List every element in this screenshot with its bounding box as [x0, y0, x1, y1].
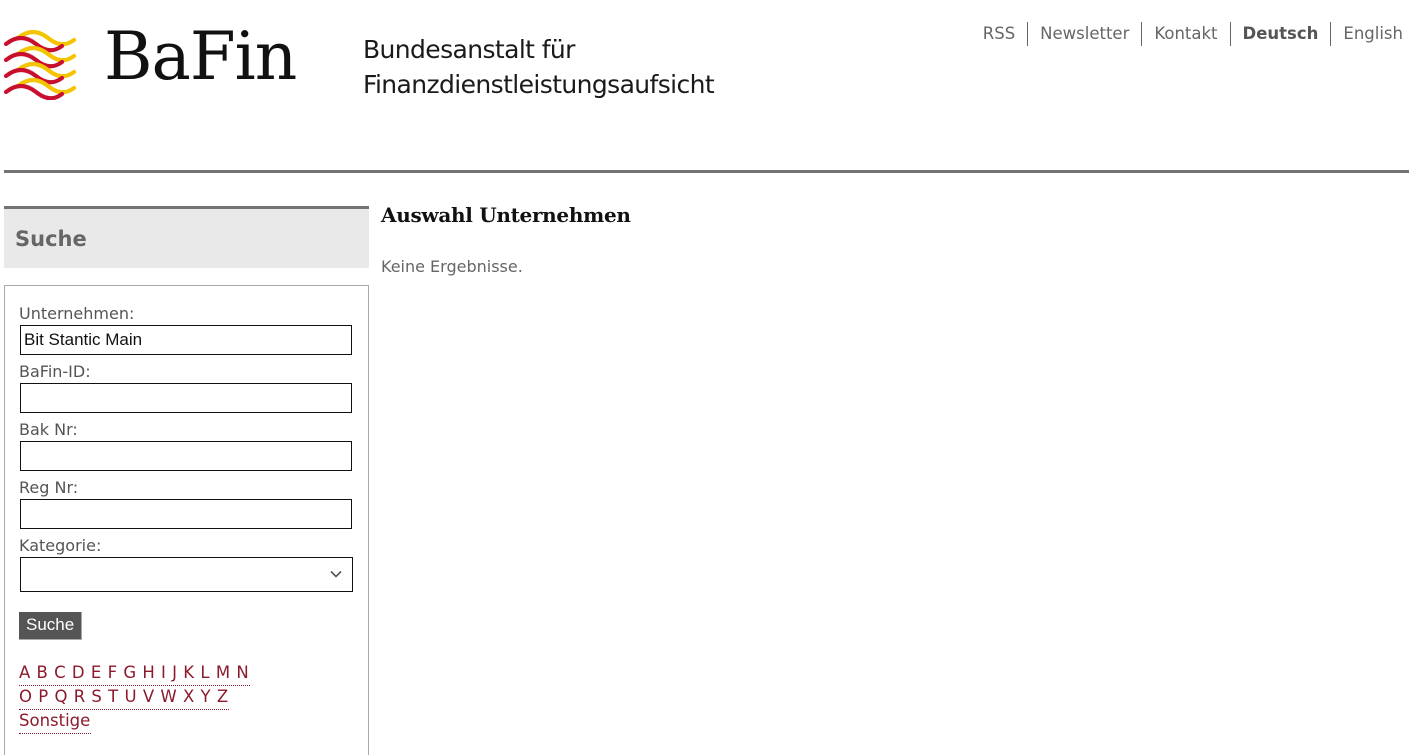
alphabet-link-r[interactable]: R	[74, 687, 85, 706]
alphabet-row-o-z: O P Q R S T U V W X Y Z	[19, 685, 230, 710]
page-title: Auswahl Unternehmen	[381, 203, 631, 227]
alphabet-link-n[interactable]: N	[236, 663, 248, 682]
category-label: Kategorie:	[19, 536, 102, 555]
alphabet-link-a[interactable]: A	[19, 663, 30, 682]
nav-rss[interactable]: RSS	[983, 22, 1027, 46]
nav-newsletter[interactable]: Newsletter	[1027, 22, 1141, 46]
reg-nr-input[interactable]	[20, 499, 352, 529]
no-results-message: Keine Ergebnisse.	[381, 257, 523, 276]
nav-english[interactable]: English	[1330, 22, 1403, 46]
alphabet-link-o[interactable]: O	[19, 687, 32, 706]
nav-kontakt[interactable]: Kontakt	[1141, 22, 1229, 46]
bak-nr-input[interactable]	[20, 441, 352, 471]
top-navigation: RSS Newsletter Kontakt Deutsch English	[983, 22, 1403, 46]
alphabet-link-k[interactable]: K	[183, 663, 194, 682]
alphabet-link-w[interactable]: W	[160, 687, 176, 706]
alphabet-link-l[interactable]: L	[200, 663, 209, 682]
agency-name: Bundesanstalt für Finanzdienstleistungsa…	[363, 32, 715, 102]
logo-wordmark: BaFin	[104, 18, 297, 95]
alphabet-row-a-n: A B C D E F G H I J K L M N	[19, 661, 250, 686]
alphabet-link-v[interactable]: V	[143, 687, 154, 706]
sidebar-title: Suche	[4, 206, 369, 268]
alphabet-link-m[interactable]: M	[216, 663, 230, 682]
alphabet-link-y[interactable]: Y	[201, 687, 211, 706]
agency-name-line2: Finanzdienstleistungsaufsicht	[363, 70, 715, 99]
alphabet-link-t[interactable]: T	[108, 687, 118, 706]
alphabet-link-j[interactable]: J	[172, 663, 177, 682]
alphabet-link-h[interactable]: H	[142, 663, 154, 682]
company-input[interactable]	[20, 325, 352, 355]
alphabet-link-c[interactable]: C	[54, 663, 66, 682]
chevron-down-icon	[330, 570, 342, 578]
nav-deutsch[interactable]: Deutsch	[1229, 22, 1331, 46]
alphabet-index: A B C D E F G H I J K L M N O P Q R S T …	[19, 661, 354, 734]
bafin-id-label: BaFin-ID:	[19, 362, 91, 381]
bafin-id-input[interactable]	[20, 383, 352, 413]
agency-name-line1: Bundesanstalt für	[363, 35, 575, 64]
main-content: Auswahl Unternehmen Keine Ergebnisse.	[381, 200, 631, 276]
alphabet-link-b[interactable]: B	[37, 663, 48, 682]
alphabet-link-u[interactable]: U	[125, 687, 137, 706]
search-button[interactable]: Suche	[19, 612, 83, 640]
alphabet-link-f[interactable]: F	[108, 663, 118, 682]
bak-nr-label: Bak Nr:	[19, 420, 78, 439]
search-form: Unternehmen: BaFin-ID: Bak Nr: Reg Nr: K…	[4, 285, 369, 755]
alphabet-link-i[interactable]: I	[161, 663, 166, 682]
alphabet-link-x[interactable]: X	[183, 687, 194, 706]
alphabet-link-sonstige[interactable]: Sonstige	[19, 711, 90, 730]
alphabet-link-g[interactable]: G	[123, 663, 136, 682]
alphabet-link-s[interactable]: S	[91, 687, 101, 706]
bafin-waves-icon	[4, 30, 76, 100]
header-divider	[4, 170, 1409, 173]
site-header: BaFin Bundesanstalt für Finanzdienstleis…	[0, 0, 1409, 175]
alphabet-link-p[interactable]: P	[38, 687, 48, 706]
bafin-logo[interactable]: BaFin	[4, 24, 297, 100]
reg-nr-label: Reg Nr:	[19, 478, 79, 497]
alphabet-link-z[interactable]: Z	[217, 687, 228, 706]
alphabet-link-e[interactable]: E	[91, 663, 101, 682]
company-label: Unternehmen:	[19, 304, 135, 323]
category-select[interactable]	[20, 557, 353, 592]
alphabet-link-d[interactable]: D	[72, 663, 85, 682]
alphabet-link-q[interactable]: Q	[54, 687, 67, 706]
search-sidebar: Suche Unternehmen: BaFin-ID: Bak Nr: Reg…	[4, 206, 369, 755]
